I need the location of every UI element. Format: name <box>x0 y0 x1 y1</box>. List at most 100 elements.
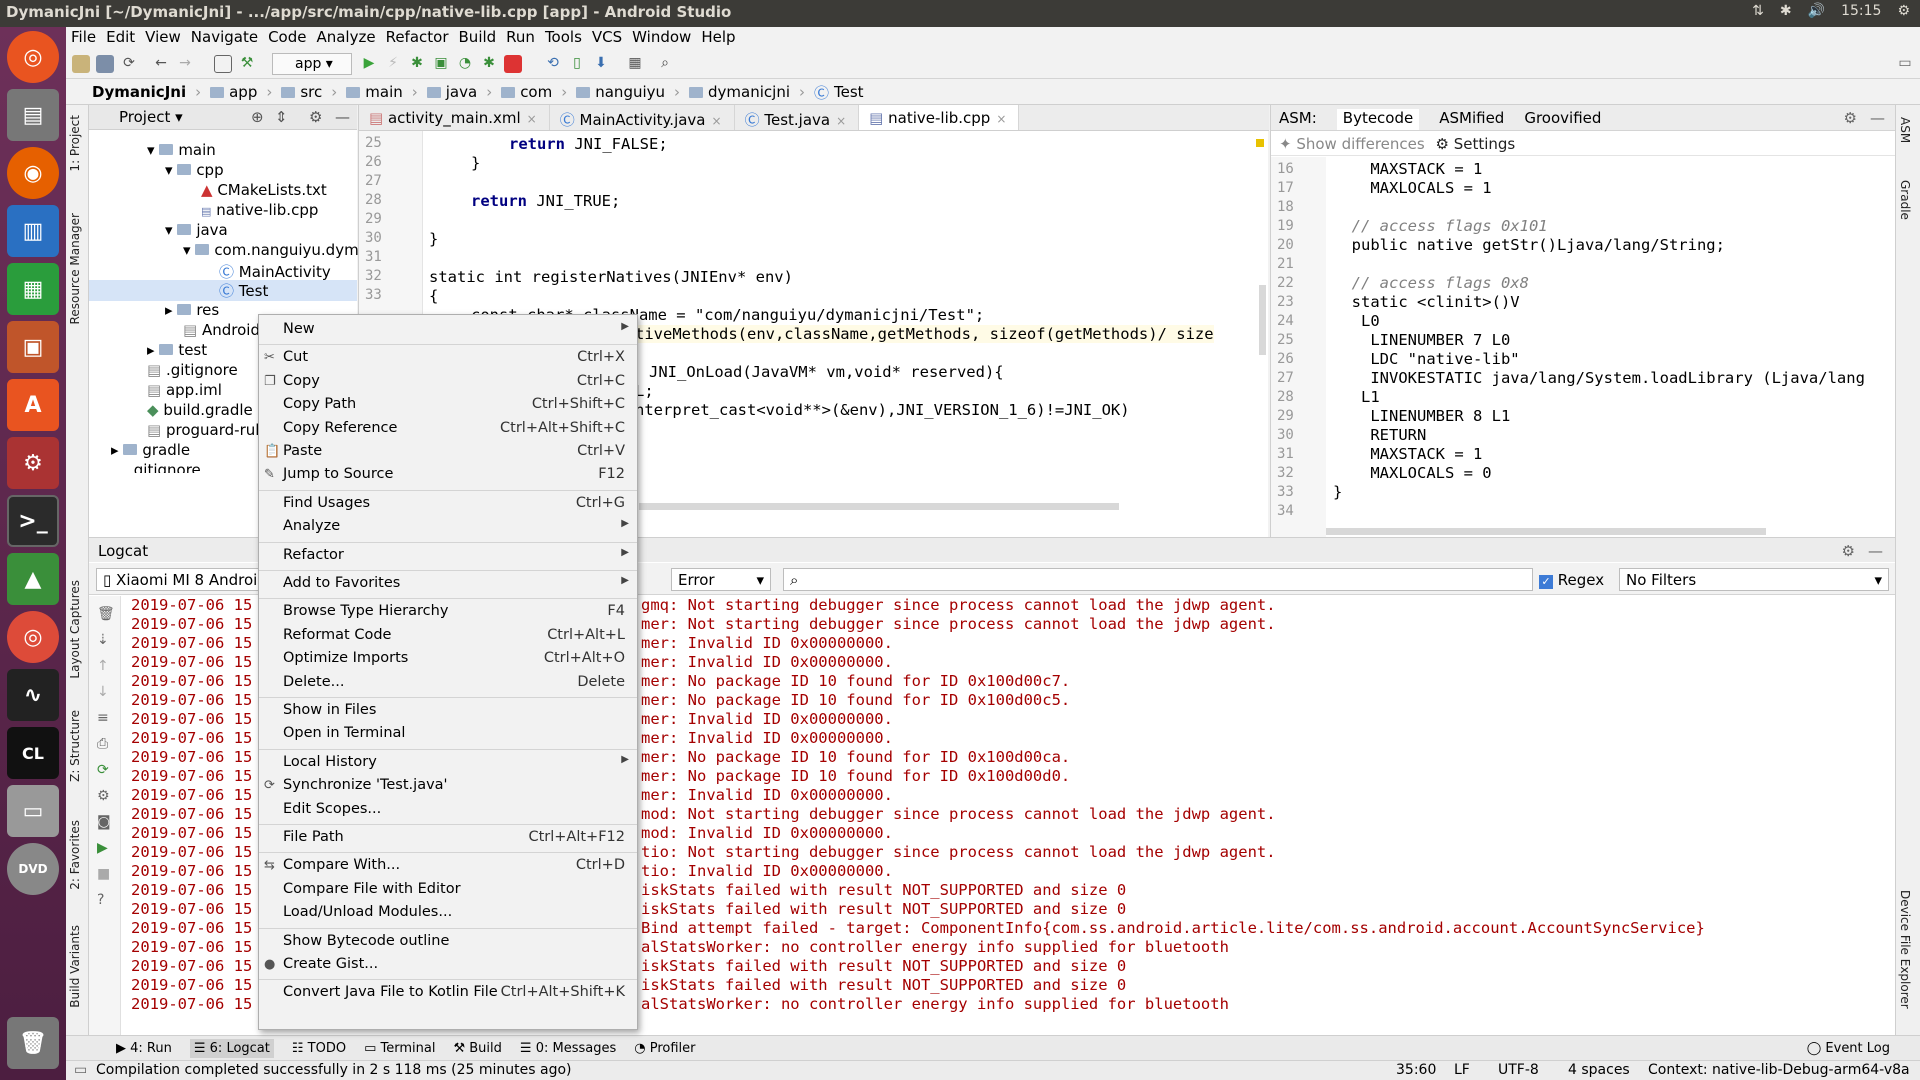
power-gear-icon[interactable]: ⚙ <box>1897 3 1910 19</box>
tree-item-gitignore[interactable]: ▤ .gitignore <box>147 361 238 379</box>
log-message[interactable]: mer: Invalid ID 0x00000000. <box>641 710 893 728</box>
asm-code-line[interactable]: // access flags 0x8 <box>1333 274 1529 292</box>
log-message[interactable]: tio: Invalid ID 0x00000000. <box>641 862 893 880</box>
log-message[interactable]: alStatsWorker: no controller energy info… <box>641 995 1229 1013</box>
run-icon[interactable]: ▶ <box>360 55 378 73</box>
logcat-gear-icon[interactable]: ⚙ <box>97 788 110 804</box>
asm-settings-button[interactable]: ⚙ Settings <box>1435 135 1515 153</box>
crumb-project[interactable]: DymanicJni <box>92 83 186 101</box>
scroll-to-end-icon[interactable]: ⇣ <box>97 632 109 648</box>
warning-marker[interactable] <box>1256 139 1264 147</box>
close-icon[interactable]: × <box>712 114 722 128</box>
code-line-28[interactable]: return JNI_TRUE; <box>471 192 620 210</box>
asm-code-line[interactable]: public native getStr()Ljava/lang/String; <box>1333 236 1725 254</box>
debug-icon[interactable]: ✱ <box>408 55 426 73</box>
menu-edit[interactable]: Edit <box>101 27 140 49</box>
menu-item-find-usages[interactable]: Find Usages Ctrl+G <box>259 493 637 515</box>
tab-logcat[interactable]: ☰ 6: Logcat <box>189 1038 274 1058</box>
log-message[interactable]: mer: Invalid ID 0x00000000. <box>641 634 893 652</box>
menu-file[interactable]: File <box>66 27 101 49</box>
help-icon[interactable]: ? <box>97 892 104 908</box>
tree-item-res[interactable]: ▸ res <box>165 301 219 319</box>
menu-view[interactable]: View <box>140 27 186 49</box>
menu-item-show-in-files[interactable]: Show in Files <box>259 700 637 722</box>
log-message[interactable]: mer: No package ID 10 found for ID 0x100… <box>641 672 1070 690</box>
tree-item-native-lib[interactable]: ▤ native-lib.cpp <box>201 201 318 219</box>
asm-code-line[interactable]: LDC "native-lib" <box>1333 350 1519 368</box>
calc-icon[interactable]: ▦ <box>7 263 59 315</box>
menu-navigate[interactable]: Navigate <box>186 27 263 49</box>
open-folder-icon[interactable] <box>72 55 90 73</box>
tab-profiler[interactable]: ◔ Profiler <box>634 1041 695 1056</box>
log-level-select[interactable]: Error ▾ <box>671 568 771 591</box>
crumb-src[interactable]: src <box>281 83 322 101</box>
tab-device-file-explorer[interactable]: Device File Explorer <box>1898 890 1912 1009</box>
menu-item-edit-scopes[interactable]: Edit Scopes... <box>259 799 637 821</box>
tree-item-app-iml[interactable]: ▤ app.iml <box>147 381 222 399</box>
restart-icon[interactable]: ⟳ <box>97 762 109 778</box>
menu-item-jump-to-source[interactable]: ✎ Jump to Source F12 <box>259 464 637 486</box>
gradle-sync-icon[interactable]: ⟲ <box>544 55 562 73</box>
log-message[interactable]: mer: Invalid ID 0x00000000. <box>641 729 893 747</box>
android-studio-icon[interactable]: ▲ <box>7 553 59 605</box>
files-icon[interactable]: ▤ <box>7 89 59 141</box>
close-icon[interactable]: × <box>836 114 846 128</box>
log-message[interactable]: mod: Invalid ID 0x00000000. <box>641 824 893 842</box>
menu-item-paste[interactable]: 📋 Paste Ctrl+V <box>259 441 637 463</box>
filter-config-select[interactable]: No Filters ▾ <box>1619 568 1889 591</box>
tab-messages[interactable]: ☰ 0: Messages <box>520 1041 616 1056</box>
tab-groovified[interactable]: Groovified <box>1524 109 1601 130</box>
tree-item-java[interactable]: ▾ java <box>165 221 228 239</box>
asm-code-line[interactable]: } <box>1333 483 1342 501</box>
apply-changes-icon[interactable]: ⚡ <box>384 55 402 73</box>
settings-icon[interactable]: ⚙ <box>7 437 59 489</box>
screenshot-icon[interactable]: ◙ <box>97 814 111 830</box>
disk-icon[interactable]: ▭ <box>7 785 59 837</box>
code-line-25[interactable]: return JNI_FALSE; <box>509 135 668 153</box>
tab-favorites[interactable]: 2: Favorites <box>68 820 82 890</box>
soft-wrap-icon[interactable]: ≡ <box>97 710 109 726</box>
trash-icon[interactable]: 🗑 <box>7 1017 59 1069</box>
tab-gradle[interactable]: Gradle <box>1898 180 1912 220</box>
device-select[interactable]: ▯ Xiaomi MI 8 Android <box>96 568 261 591</box>
project-structure-icon[interactable]: ▦ <box>626 55 644 73</box>
log-message[interactable]: alStatsWorker: no controller energy info… <box>641 938 1229 956</box>
layout-icon[interactable] <box>214 55 232 73</box>
editor-horizontal-scrollbar[interactable] <box>639 503 1119 510</box>
menu-item-delete[interactable]: Delete... Delete <box>259 672 637 694</box>
log-message[interactable]: iskStats failed with result NOT_SUPPORTE… <box>641 957 1126 975</box>
screen-record-icon[interactable]: ▶ <box>97 840 108 856</box>
tree-item-proguard[interactable]: ▤ proguard-rule <box>147 421 269 439</box>
menu-item-optimize-imports[interactable]: Optimize Imports Ctrl+Alt+O <box>259 648 637 670</box>
line-separator[interactable]: LF <box>1454 1062 1470 1078</box>
writer-icon[interactable]: ▥ <box>7 205 59 257</box>
volume-icon[interactable]: 🔊 <box>1808 3 1825 19</box>
make-hammer-icon[interactable]: ⚒ <box>238 55 256 73</box>
log-message[interactable]: Bind attempt failed - target: ComponentI… <box>641 919 1705 937</box>
menu-item-analyze[interactable]: Analyze ▶ <box>259 516 637 538</box>
save-icon[interactable] <box>96 55 114 73</box>
avd-manager-icon[interactable]: ▯ <box>568 55 586 73</box>
menu-item-copy-reference[interactable]: Copy Reference Ctrl+Alt+Shift+C <box>259 418 637 440</box>
tree-item-gradle[interactable]: ▸ gradle <box>111 441 190 459</box>
log-message[interactable]: mer: No package ID 10 found for ID 0x100… <box>641 748 1070 766</box>
tab-resource-manager[interactable]: Resource Manager <box>68 213 82 324</box>
network-icon[interactable]: ⇅ <box>1752 3 1764 19</box>
log-message[interactable]: mer: Invalid ID 0x00000000. <box>641 786 893 804</box>
asm-code-line[interactable]: L0 <box>1333 312 1380 330</box>
menu-item-load-unload-modules[interactable]: Load/Unload Modules... <box>259 902 637 924</box>
menu-item-cut[interactable]: ✂ Cut Ctrl+X <box>259 347 637 369</box>
menu-refactor[interactable]: Refactor <box>381 27 454 49</box>
tab-run[interactable]: ▶ 4: Run <box>116 1041 172 1056</box>
tab-project[interactable]: 1: Project <box>68 115 82 172</box>
stop-icon[interactable] <box>504 55 522 73</box>
asm-code-line[interactable]: RETURN <box>1333 426 1426 444</box>
impress-icon[interactable]: ▣ <box>7 321 59 373</box>
back-icon[interactable]: ← <box>152 55 170 73</box>
menu-item-reformat-code[interactable]: Reformat Code Ctrl+Alt+L <box>259 625 637 647</box>
menu-item-copy-path[interactable]: Copy Path Ctrl+Shift+C <box>259 394 637 416</box>
asm-code-line[interactable]: MAXSTACK = 1 <box>1333 445 1482 463</box>
asm-code-line[interactable]: LINENUMBER 7 L0 <box>1333 331 1510 349</box>
log-message[interactable]: mer: No package ID 10 found for ID 0x100… <box>641 767 1070 785</box>
menu-item-open-in-terminal[interactable]: Open in Terminal <box>259 723 637 745</box>
